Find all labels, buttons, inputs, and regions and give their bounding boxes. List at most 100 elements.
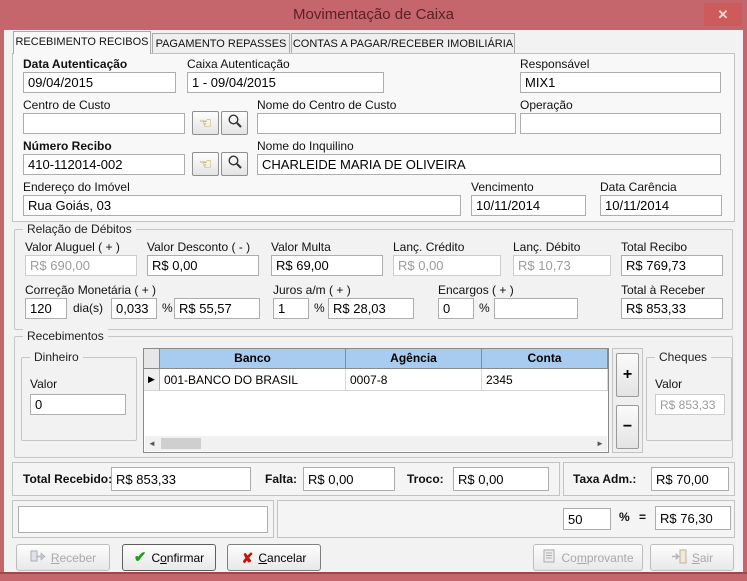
lanc-debito-label: Lanç. Débito: [513, 241, 580, 254]
scroll-right-icon[interactable]: ►: [593, 439, 607, 448]
comprovante-label: Comprovante: [561, 551, 633, 565]
confirmar-button[interactable]: ✔ Confirmar: [122, 544, 216, 571]
numero-recibo-input[interactable]: [23, 154, 185, 175]
juros-taxa-input[interactable]: [273, 298, 309, 319]
correcao-dias-input[interactable]: [25, 298, 67, 319]
percent-result-input[interactable]: [655, 506, 731, 530]
cancelar-button[interactable]: ✘ Cancelar: [227, 544, 321, 571]
juros-label: Juros a/m ( + ): [273, 284, 351, 297]
cheques-groupbox: Cheques Valor: [646, 357, 732, 441]
correcao-taxa-input[interactable]: [111, 298, 157, 319]
encargos-taxa-input[interactable]: [438, 298, 474, 319]
centro-custo-search-button[interactable]: [221, 111, 248, 135]
dinheiro-valor-label: Valor: [30, 378, 57, 391]
grid-cell-conta[interactable]: 2345: [482, 369, 608, 391]
troco-label: Troco:: [407, 473, 444, 486]
percent-sign: %: [619, 511, 630, 524]
caixa-autenticacao-input[interactable]: [187, 72, 384, 93]
close-button[interactable]: ✕: [704, 3, 742, 26]
grid-col-conta: Conta: [482, 349, 608, 369]
scroll-left-icon[interactable]: ◄: [145, 439, 159, 448]
endereco-imovel-input[interactable]: [23, 195, 461, 216]
debitos-groupbox: Relação de Débitos Valor Aluguel ( + ) V…: [14, 229, 733, 330]
pointing-hand-icon: ☜: [199, 116, 212, 131]
grid-header-row: Banco Agência Conta: [144, 349, 608, 369]
grid-horizontal-scrollbar[interactable]: ◄ ►: [145, 436, 607, 451]
correcao-monetaria-label: Correção Monetária ( + ): [25, 284, 156, 297]
cheques-legend: Cheques: [655, 350, 711, 364]
falta-input[interactable]: [303, 467, 395, 491]
correcao-percent-sign: %: [162, 302, 173, 315]
sair-label: Sair: [692, 551, 713, 565]
receber-label: Receber: [51, 551, 96, 565]
centro-custo-pick-button[interactable]: ☜: [192, 111, 219, 135]
lanc-debito-input: [513, 255, 611, 276]
recebimentos-groupbox: Recebimentos Dinheiro Valor Banco Agênci…: [14, 336, 733, 458]
valor-multa-input[interactable]: [271, 255, 383, 276]
numero-recibo-pick-button[interactable]: ☜: [192, 152, 219, 176]
data-carencia-input[interactable]: [600, 195, 722, 216]
grid-cell-agencia[interactable]: 0007-8: [346, 369, 482, 391]
nome-centro-custo-label: Nome do Centro de Custo: [257, 99, 396, 112]
exit-door-icon: [671, 549, 687, 567]
centro-custo-input[interactable]: [23, 113, 185, 134]
lanc-credito-input: [393, 255, 501, 276]
valor-aluguel-label: Valor Aluguel ( + ): [25, 241, 120, 254]
percent-input[interactable]: [563, 508, 611, 530]
dinheiro-valor-input[interactable]: [30, 394, 126, 415]
total-recebido-input[interactable]: [111, 467, 251, 491]
tab-contas-pagar-receber[interactable]: CONTAS A PAGAR/RECEBER IMOBILIÁRIA: [291, 33, 515, 54]
total-receber-input[interactable]: [621, 298, 723, 319]
total-recibo-input[interactable]: [621, 255, 723, 276]
cheques-valor-input: [655, 394, 725, 415]
cancelar-label: Cancelar: [258, 551, 306, 565]
remove-row-button[interactable]: −: [616, 405, 639, 449]
nome-inquilino-input[interactable]: [257, 154, 721, 175]
cheques-valor-label: Valor: [655, 378, 682, 391]
scrollbar-thumb[interactable]: [161, 438, 201, 449]
operacao-label: Operação: [520, 99, 573, 112]
vencimento-input[interactable]: [471, 195, 586, 216]
valor-desconto-input[interactable]: [147, 255, 259, 276]
juros-percent-sign: %: [314, 302, 325, 315]
dialog-window: Movimentação de Caixa ✕ RECEBIMENTO RECI…: [0, 0, 747, 581]
cross-icon: ✘: [242, 551, 254, 565]
caixa-autenticacao-label: Caixa Autenticação: [187, 58, 290, 71]
grid-col-agencia: Agência: [346, 349, 482, 369]
bottom-border-line: [0, 572, 747, 574]
grid-row-banco-brasil[interactable]: ▶ 001-BANCO DO BRASIL 0007-8 2345: [144, 369, 608, 391]
grid-buttons-strip: + −: [612, 348, 643, 453]
troco-input[interactable]: [453, 467, 549, 491]
observacao-input[interactable]: [18, 506, 268, 533]
tab-pagamento-repasses[interactable]: PAGAMENTO REPASSES: [152, 33, 290, 54]
grid-indicator-header: [144, 349, 160, 369]
comprovante-button: Comprovante: [533, 544, 643, 571]
data-autenticacao-label: Data Autenticação: [23, 58, 127, 71]
tab-recebimento-recibos[interactable]: RECEBIMENTO RECIBOS: [13, 31, 151, 54]
window-title: Movimentação de Caixa: [293, 6, 454, 23]
percentual-panel: % =: [277, 500, 735, 538]
encargos-label: Encargos ( + ): [438, 284, 514, 297]
nome-centro-custo-input[interactable]: [257, 113, 516, 134]
encargos-valor-input[interactable]: [494, 298, 578, 319]
data-autenticacao-input[interactable]: [23, 72, 176, 93]
responsavel-input[interactable]: [520, 72, 721, 93]
taxa-adm-input[interactable]: [651, 467, 729, 491]
pointing-hand-icon: ☜: [199, 157, 212, 172]
bancos-grid: Banco Agência Conta ▶ 001-BANCO DO BRASI…: [143, 348, 609, 453]
grid-cell-banco[interactable]: 001-BANCO DO BRASIL: [160, 369, 346, 391]
correcao-valor-input[interactable]: [174, 298, 260, 319]
nome-inquilino-label: Nome do Inquilino: [257, 140, 354, 153]
receber-icon: [30, 549, 46, 566]
totals-panel: Total Recebido: Falta: Troco:: [12, 462, 560, 496]
add-row-button[interactable]: +: [616, 353, 639, 397]
operacao-input[interactable]: [520, 113, 721, 134]
juros-valor-input[interactable]: [328, 298, 414, 319]
equals-sign: =: [639, 511, 646, 524]
sair-button: Sair: [650, 544, 734, 571]
numero-recibo-search-button[interactable]: [221, 152, 248, 176]
confirmar-label: Confirmar: [151, 551, 204, 565]
dinheiro-legend: Dinheiro: [30, 350, 83, 364]
data-carencia-label: Data Carência: [600, 181, 677, 194]
row-indicator-icon: ▶: [144, 369, 160, 391]
